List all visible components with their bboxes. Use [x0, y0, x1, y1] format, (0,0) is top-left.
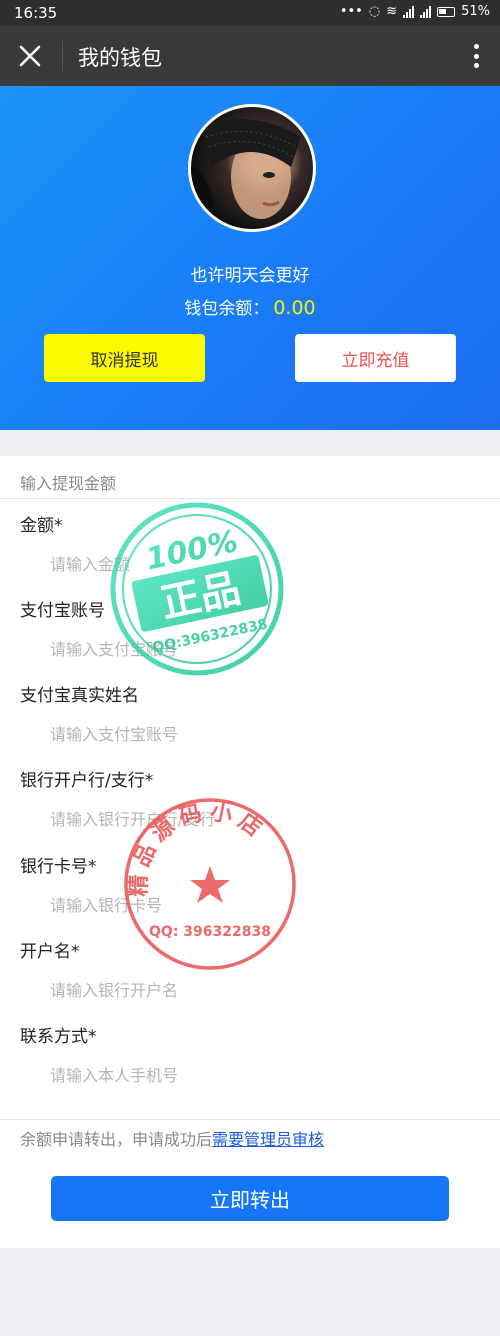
field-label-alipay-name: 支付宝真实姓名	[20, 686, 139, 706]
contact-input[interactable]	[50, 1060, 470, 1090]
recharge-button[interactable]: 立即充值	[295, 334, 456, 382]
signal-icon	[403, 5, 415, 18]
battery-level: 51%	[461, 4, 490, 19]
field-label-card-number: 银行卡号*	[20, 857, 97, 877]
wifi-icon: ≋	[386, 4, 398, 19]
close-icon	[19, 45, 41, 67]
balance-value: 0.00	[273, 297, 316, 319]
signal-icon	[420, 5, 432, 18]
divider	[0, 498, 500, 499]
card-number-input[interactable]	[50, 890, 470, 920]
close-button[interactable]	[14, 40, 46, 72]
wallet-header: 也许明天会更好 钱包余额： 0.00 取消提现 立即充值	[0, 86, 500, 430]
field-label-contact: 联系方式*	[20, 1027, 97, 1047]
alarm-icon: ◌	[368, 4, 381, 19]
section-title: 输入提现金额	[20, 474, 117, 493]
status-bar: 16:35 ••• ◌ ≋ 51%	[0, 0, 500, 26]
username: 也许明天会更好	[190, 266, 310, 286]
wallet-balance: 钱包余额： 0.00	[0, 294, 500, 319]
status-icons: ••• ◌ ≋ 51%	[340, 4, 490, 19]
divider	[0, 1119, 500, 1120]
balance-label: 钱包余额：	[184, 299, 270, 319]
alipay-name-input[interactable]	[50, 719, 470, 749]
field-label-amount: 金额*	[20, 516, 63, 536]
more-dots-icon: •••	[339, 4, 363, 19]
field-label-bank-branch: 银行开户行/支行*	[20, 771, 154, 791]
notice-text: 余额申请转出，申请成功后需要管理员审核	[20, 1126, 324, 1150]
title-divider	[62, 41, 63, 71]
admin-review-link[interactable]: 需要管理员审核	[212, 1130, 324, 1149]
page-title: 我的钱包	[78, 46, 162, 70]
avatar[interactable]	[188, 104, 316, 232]
account-name-input[interactable]	[50, 975, 470, 1005]
bank-branch-input[interactable]	[50, 804, 470, 834]
submit-withdraw-button[interactable]: 立即转出	[51, 1176, 449, 1221]
field-label-alipay-account: 支付宝账号	[20, 601, 105, 621]
amount-input[interactable]	[50, 549, 470, 579]
cancel-withdraw-button[interactable]: 取消提现	[44, 334, 205, 382]
more-vertical-icon	[473, 44, 479, 49]
alipay-account-input[interactable]	[50, 634, 470, 664]
status-time: 16:35	[14, 4, 58, 22]
title-bar: 我的钱包	[0, 26, 500, 86]
withdraw-form: 输入提现金额 金额* 支付宝账号 支付宝真实姓名 银行开户行/支行* 银行卡号*…	[0, 456, 500, 1248]
field-label-account-name: 开户名*	[20, 942, 80, 962]
notice-message: 余额申请转出，申请成功后	[20, 1130, 213, 1149]
more-button[interactable]	[470, 40, 482, 72]
battery-icon	[437, 6, 456, 17]
avatar-image	[191, 119, 301, 229]
